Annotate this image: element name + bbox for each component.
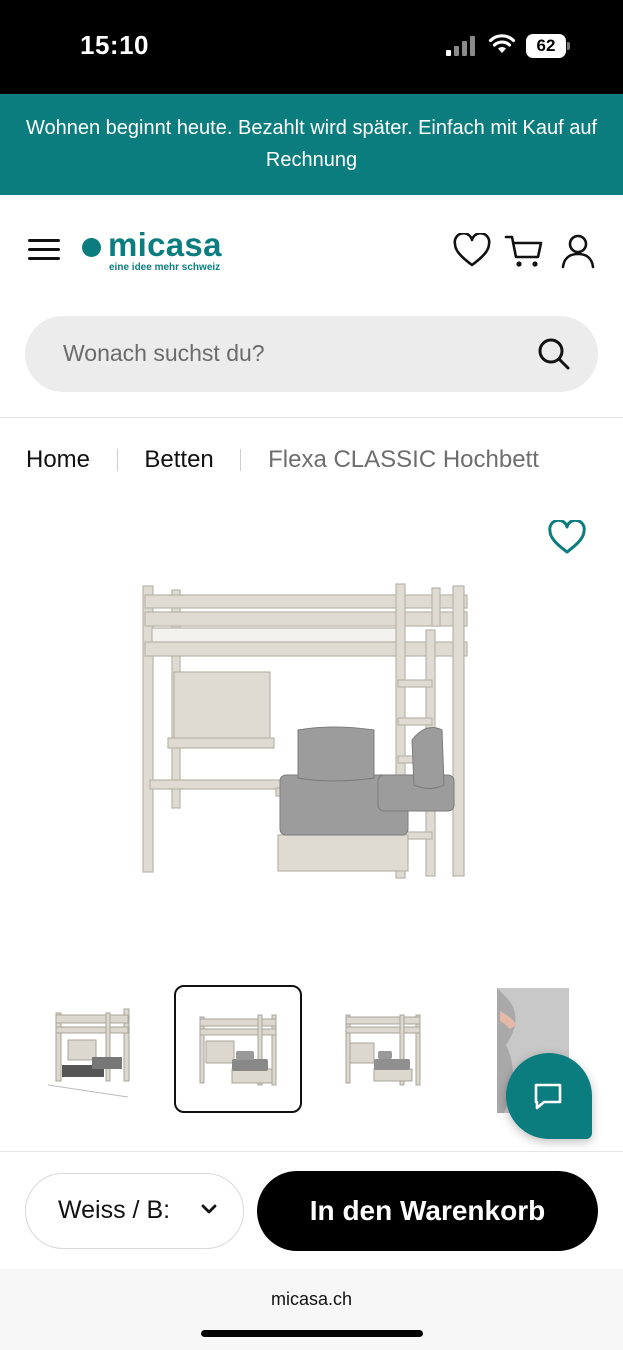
breadcrumb-home[interactable]: Home bbox=[26, 446, 90, 474]
purchase-bar: Weiss / B: In den Warenkorb bbox=[0, 1151, 623, 1269]
breadcrumb-separator bbox=[116, 448, 118, 471]
site-header: micasa eine idee mehr schweiz bbox=[0, 195, 623, 307]
browser-bar: micasa.ch bbox=[0, 1269, 623, 1350]
promo-text: Wohnen beginnt heute. Bezahlt wird späte… bbox=[25, 117, 598, 171]
thumbnail-active[interactable] bbox=[174, 985, 302, 1113]
status-bar: 15:10 62 bbox=[0, 0, 623, 94]
search-placeholder: Wonach suchst du? bbox=[63, 340, 265, 366]
micasa-logo[interactable]: micasa eine idee mehr schweiz bbox=[82, 226, 242, 273]
wishlist-heart-icon[interactable] bbox=[546, 520, 588, 556]
breadcrumb-current: Flexa CLASSIC Hochbett bbox=[268, 445, 539, 473]
breadcrumb-separator bbox=[240, 448, 242, 471]
chat-button[interactable] bbox=[506, 1053, 592, 1139]
logo-text: micasa bbox=[108, 226, 222, 263]
status-time: 15:10 bbox=[80, 30, 149, 60]
chat-icon bbox=[534, 1083, 562, 1110]
cell-signal-icon bbox=[446, 36, 475, 56]
header-divider bbox=[0, 417, 623, 418]
battery-level: 62 bbox=[526, 34, 566, 58]
menu-icon[interactable] bbox=[26, 235, 62, 265]
user-icon[interactable] bbox=[558, 233, 598, 269]
cart-icon[interactable] bbox=[504, 233, 544, 269]
heart-icon[interactable] bbox=[452, 233, 492, 269]
thumbnail[interactable] bbox=[28, 985, 156, 1113]
browser-url[interactable]: micasa.ch bbox=[0, 1289, 623, 1310]
product-image[interactable] bbox=[140, 580, 475, 885]
home-indicator[interactable] bbox=[201, 1330, 423, 1337]
promo-banner[interactable]: Wohnen beginnt heute. Bezahlt wird späte… bbox=[0, 94, 623, 195]
battery-icon: 62 bbox=[526, 34, 570, 58]
breadcrumb: Home Betten Flexa CLASSIC Hochbett bbox=[26, 445, 539, 475]
wifi-icon bbox=[488, 34, 516, 53]
search-icon[interactable] bbox=[536, 336, 572, 372]
variant-select[interactable]: Weiss / B: bbox=[25, 1173, 244, 1249]
add-to-cart-button[interactable]: In den Warenkorb bbox=[257, 1171, 598, 1251]
breadcrumb-betten[interactable]: Betten bbox=[144, 446, 213, 474]
search-input[interactable]: Wonach suchst du? bbox=[25, 316, 598, 392]
thumbnail[interactable] bbox=[320, 985, 448, 1113]
variant-value: Weiss / B: bbox=[58, 1196, 171, 1224]
chevron-down-icon bbox=[201, 1204, 217, 1214]
logo-tagline: eine idee mehr schweiz bbox=[109, 262, 221, 273]
